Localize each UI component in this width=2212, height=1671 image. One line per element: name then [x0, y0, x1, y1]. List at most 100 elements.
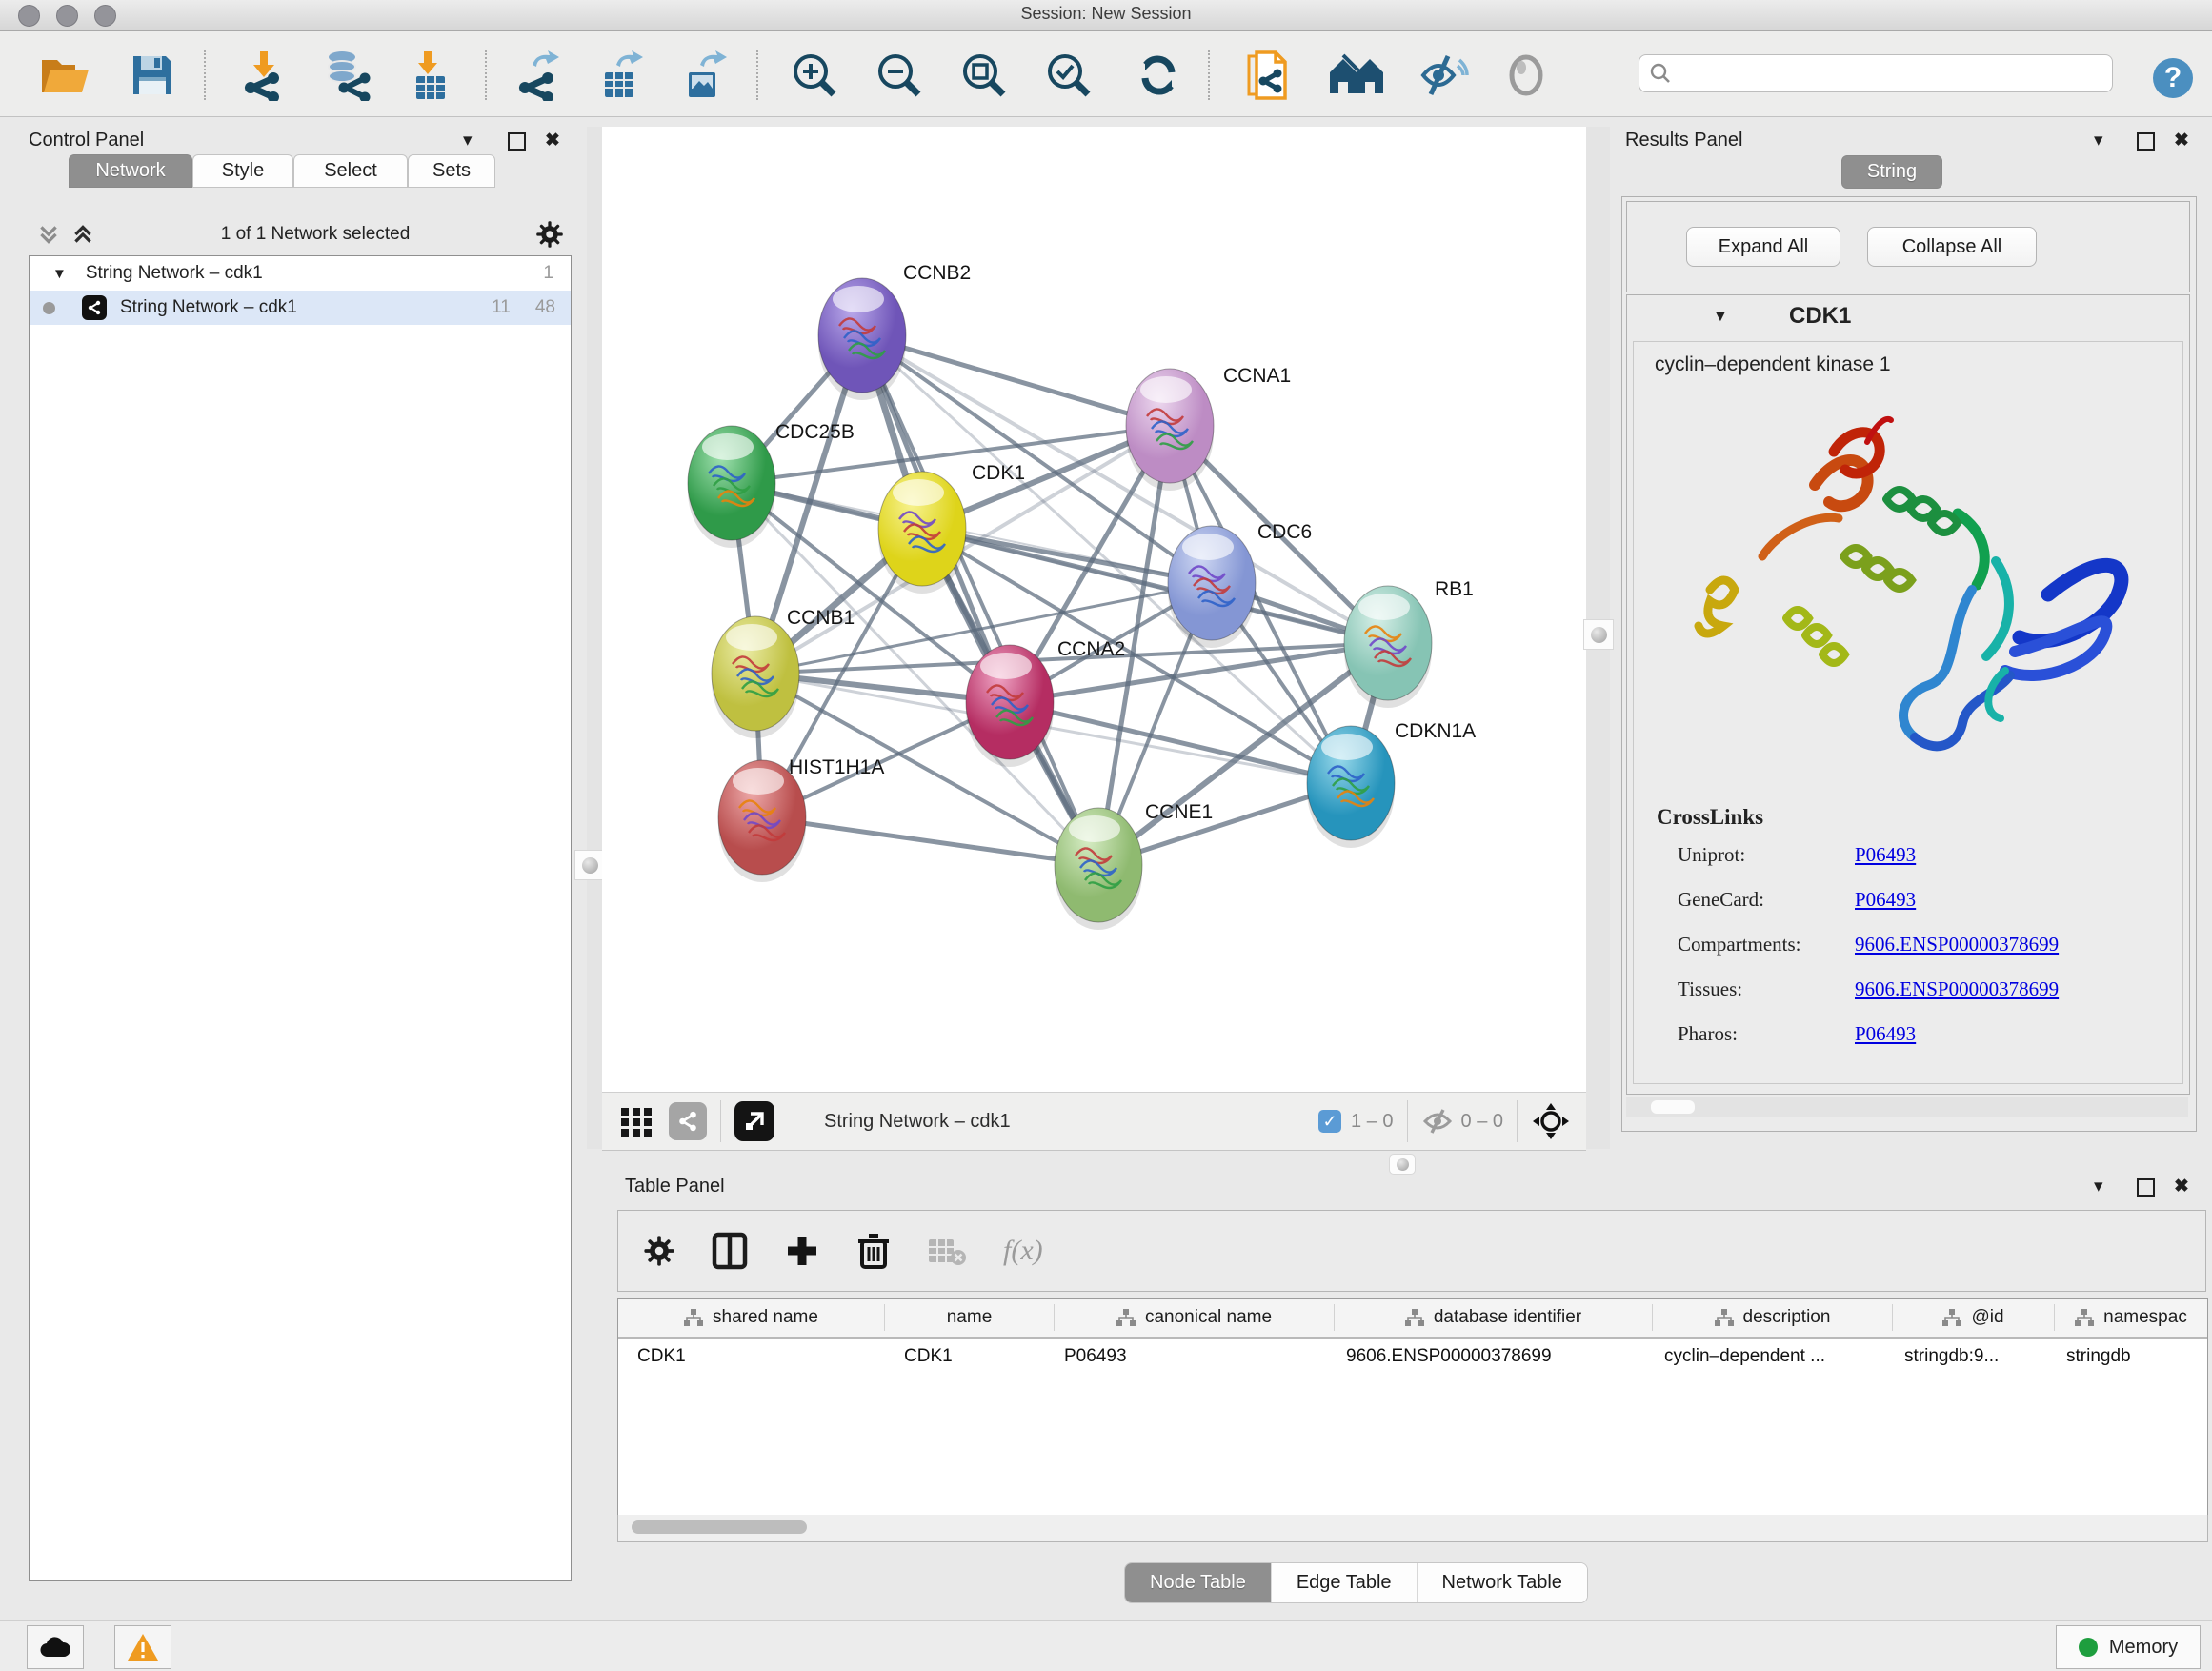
- cell-name[interactable]: CDK1: [885, 1346, 1055, 1367]
- results-panel-float-button[interactable]: ▾: [2094, 130, 2103, 151]
- memory-button[interactable]: Memory: [2056, 1625, 2201, 1669]
- network-canvas[interactable]: CCNB2CCNA1CDC25BCDK1CDC6RB1CCNB1CCNA2CDK…: [602, 127, 1586, 1092]
- network-type-icon: [82, 295, 107, 320]
- selected-nodes-checkbox[interactable]: ✓: [1318, 1110, 1341, 1133]
- tab-network[interactable]: Network: [69, 154, 192, 188]
- hide-selected-button[interactable]: [1411, 49, 1474, 102]
- edge-CCNB2-CCNA1[interactable]: [862, 335, 1170, 426]
- tab-node-table[interactable]: Node Table: [1125, 1563, 1272, 1602]
- protein-collapse-arrow-icon[interactable]: ▼: [1713, 309, 1728, 326]
- column-header-id[interactable]: @id: [1893, 1304, 2055, 1331]
- node-HIST1H1A[interactable]: HIST1H1A: [718, 756, 884, 882]
- table-panel-float-button[interactable]: ▾: [2094, 1176, 2103, 1198]
- tab-string[interactable]: String: [1841, 155, 1942, 189]
- cell-database-identifier[interactable]: 9606.ENSP00000378699: [1335, 1346, 1653, 1367]
- control-panel-maximize-button[interactable]: [508, 132, 526, 155]
- results-panel-maximize-button[interactable]: [2137, 132, 2155, 155]
- show-grid-icon[interactable]: [619, 1104, 654, 1138]
- table-row[interactable]: CDK1 CDK1 P06493 9606.ENSP00000378699 cy…: [618, 1339, 2207, 1375]
- search-field[interactable]: [1639, 54, 2113, 92]
- network-badge-icon[interactable]: [669, 1102, 707, 1140]
- column-header-canonical-name[interactable]: canonical name: [1055, 1304, 1335, 1331]
- network-collection-row[interactable]: ▼ String Network – cdk1 1: [30, 256, 571, 291]
- database-import-icon: [321, 50, 372, 101]
- crosslink-genecard-link[interactable]: P06493: [1855, 888, 1916, 912]
- control-panel-close-button[interactable]: ✖: [545, 130, 560, 151]
- column-header-shared-name[interactable]: shared name: [618, 1304, 885, 1331]
- column-header-name[interactable]: name: [885, 1304, 1055, 1331]
- warning-status-button[interactable]: [114, 1625, 171, 1669]
- results-horizontal-scrollbar[interactable]: [1626, 1097, 2188, 1117]
- horizontal-splitter-handle[interactable]: [1389, 1154, 1416, 1175]
- left-splitter[interactable]: [587, 127, 602, 1149]
- export-network-button[interactable]: [508, 49, 571, 102]
- scrollbar-thumb[interactable]: [632, 1520, 807, 1534]
- table-panel-close-button[interactable]: ✖: [2174, 1176, 2189, 1198]
- tab-edge-table[interactable]: Edge Table: [1272, 1563, 1418, 1602]
- import-network-button[interactable]: [231, 49, 294, 102]
- open-session-button[interactable]: [33, 49, 96, 102]
- expand-all-button[interactable]: Expand All: [1686, 227, 1840, 267]
- export-table-button[interactable]: [590, 49, 653, 102]
- apply-layout-button[interactable]: [1127, 49, 1190, 102]
- node-CDK1[interactable]: CDK1: [878, 462, 1025, 594]
- tab-network-table[interactable]: Network Table: [1418, 1563, 1587, 1602]
- import-network-from-database-button[interactable]: [315, 49, 378, 102]
- collapse-all-networks-icon[interactable]: [36, 222, 61, 247]
- edge-HIST1H1A-CCNE1[interactable]: [762, 817, 1098, 865]
- cloud-status-button[interactable]: [27, 1625, 84, 1669]
- tab-style[interactable]: Style: [192, 154, 293, 188]
- tab-select[interactable]: Select: [293, 154, 408, 188]
- crosslink-uniprot-link[interactable]: P06493: [1855, 843, 1916, 867]
- help-button[interactable]: ?: [2151, 56, 2195, 100]
- network-row-selected[interactable]: String Network – cdk1 11 48: [30, 291, 571, 325]
- column-header-description[interactable]: description: [1653, 1304, 1893, 1331]
- import-table-button[interactable]: [399, 49, 462, 102]
- network-options-gear-icon[interactable]: [535, 220, 564, 249]
- column-header-database-identifier[interactable]: database identifier: [1335, 1304, 1653, 1331]
- left-splitter-handle[interactable]: [574, 850, 605, 880]
- collection-expand-arrow-icon[interactable]: ▼: [52, 266, 67, 282]
- crosslink-tissues-link[interactable]: 9606.ENSP00000378699: [1855, 977, 2059, 1001]
- cell-id[interactable]: stringdb:9...: [1893, 1346, 2055, 1367]
- results-panel-close-button[interactable]: ✖: [2174, 130, 2189, 151]
- hidden-eye-icon[interactable]: [1421, 1108, 1454, 1135]
- table-panel-maximize-button[interactable]: [2137, 1178, 2155, 1201]
- node-CCNB2[interactable]: CCNB2: [818, 262, 971, 400]
- first-neighbors-button[interactable]: [1325, 49, 1388, 102]
- show-columns-icon[interactable]: [712, 1232, 748, 1270]
- zoom-selected-button[interactable]: [1037, 49, 1100, 102]
- node-label: CCNB1: [787, 607, 855, 629]
- clone-network-button[interactable]: [1236, 49, 1298, 102]
- crosslink-compartments-link[interactable]: 9606.ENSP00000378699: [1855, 933, 2059, 956]
- node-RB1[interactable]: RB1: [1344, 578, 1474, 708]
- edge-CCNB2-CCNE1[interactable]: [862, 335, 1098, 865]
- collapse-all-button[interactable]: Collapse All: [1867, 227, 2037, 267]
- zoom-fit-button[interactable]: [953, 49, 1016, 102]
- export-image-button[interactable]: [674, 49, 736, 102]
- cell-namespace[interactable]: stringdb: [2055, 1346, 2207, 1367]
- cell-shared-name[interactable]: CDK1: [618, 1346, 885, 1367]
- column-header-namespace[interactable]: namespac: [2055, 1304, 2207, 1331]
- crosslink-pharos-link[interactable]: P06493: [1855, 1022, 1916, 1046]
- add-column-plus-icon[interactable]: [784, 1233, 820, 1269]
- node-CCNA1[interactable]: CCNA1: [1126, 365, 1291, 491]
- control-panel-float-button[interactable]: ▾: [463, 130, 473, 151]
- zoom-in-button[interactable]: [783, 49, 846, 102]
- birdseye-toggle-icon[interactable]: [1531, 1101, 1571, 1141]
- delete-column-trash-icon[interactable]: [856, 1232, 891, 1270]
- show-all-button[interactable]: [1495, 49, 1558, 102]
- search-input[interactable]: [1679, 63, 2102, 85]
- tab-sets[interactable]: Sets: [408, 154, 495, 188]
- expand-all-networks-icon[interactable]: [70, 222, 95, 247]
- cell-description[interactable]: cyclin–dependent ...: [1653, 1346, 1893, 1367]
- node-CCNE1[interactable]: CCNE1: [1055, 801, 1213, 930]
- zoom-out-button[interactable]: [868, 49, 931, 102]
- save-session-button[interactable]: [121, 49, 184, 102]
- table-horizontal-scrollbar[interactable]: [617, 1515, 2208, 1542]
- protein-detail-box: cyclin–dependent kinase 1: [1633, 341, 2183, 1084]
- open-in-window-icon[interactable]: [734, 1101, 774, 1141]
- cell-canonical-name[interactable]: P06493: [1055, 1346, 1335, 1367]
- table-settings-gear-icon[interactable]: [643, 1235, 675, 1267]
- node-CDKN1A[interactable]: CDKN1A: [1307, 720, 1476, 848]
